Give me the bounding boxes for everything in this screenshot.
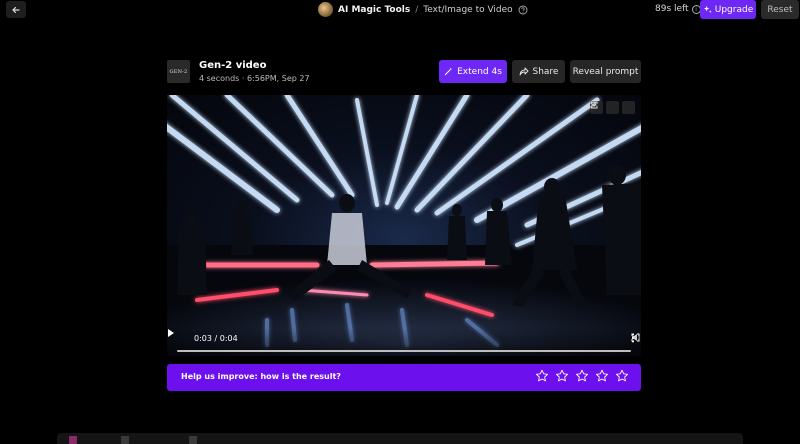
sparkle-icon (703, 5, 712, 14)
bottom-chip[interactable] (121, 436, 129, 444)
feedback-bar: Help us improve: how is the result? (167, 364, 641, 391)
help-icon[interactable] (518, 5, 528, 15)
time-left: 89s left i (655, 4, 701, 14)
bottom-chip[interactable] (69, 436, 77, 444)
star-icon[interactable] (615, 369, 629, 383)
star-icon[interactable] (595, 369, 609, 383)
feedback-prompt: Help us improve: how is the result? (181, 372, 341, 381)
breadcrumb-separator: / (415, 4, 419, 15)
reset-button[interactable]: Reset (761, 0, 799, 19)
video-frame (167, 95, 641, 356)
timecode: 0:03 / 0:04 (194, 334, 238, 343)
magic-wand-icon (444, 67, 453, 76)
arrow-left-icon (12, 6, 20, 13)
extend-label: Extend 4s (457, 66, 502, 77)
upgrade-label: Upgrade (714, 4, 754, 15)
expand-button[interactable] (590, 101, 635, 114)
star-icon[interactable] (535, 369, 549, 383)
expand-icon (590, 101, 598, 109)
play-icon[interactable] (167, 328, 175, 338)
gen2-thumbnail: GEN-2 (167, 60, 190, 83)
star-rating (535, 369, 629, 383)
bottom-chip[interactable] (189, 436, 197, 444)
extend-button[interactable]: Extend 4s (439, 60, 507, 83)
video-meta: 4 seconds · 6:56PM, Sep 27 (199, 74, 310, 83)
flag-button[interactable] (591, 101, 619, 114)
share-button[interactable]: Share (512, 60, 565, 83)
video-player[interactable]: 0:03 / 0:04 (167, 95, 641, 356)
upgrade-button[interactable]: Upgrade (700, 0, 756, 19)
avatar[interactable] (318, 2, 333, 17)
reveal-prompt-button[interactable]: Reveal prompt (570, 60, 641, 83)
progress-bar[interactable] (177, 350, 631, 352)
breadcrumb-app-link[interactable]: AI Magic Tools (338, 5, 410, 15)
video-toolbar (590, 101, 635, 114)
star-icon[interactable] (575, 369, 589, 383)
back-button[interactable] (6, 1, 26, 18)
breadcrumb-page: Text/Image to Video (423, 4, 513, 15)
time-left-text: 89s left (655, 4, 689, 14)
video-controls: 0:03 / 0:04 (167, 328, 641, 356)
star-icon[interactable] (555, 369, 569, 383)
share-label: Share (532, 66, 559, 77)
top-bar: AI Magic Tools / Text/Image to Video 89s… (0, 0, 800, 20)
video-title: Gen-2 video (199, 60, 267, 71)
more-options-icon[interactable] (631, 333, 635, 343)
share-icon (519, 67, 528, 76)
bottom-toolbar (57, 433, 743, 444)
breadcrumb: AI Magic Tools / Text/Image to Video (318, 2, 528, 17)
